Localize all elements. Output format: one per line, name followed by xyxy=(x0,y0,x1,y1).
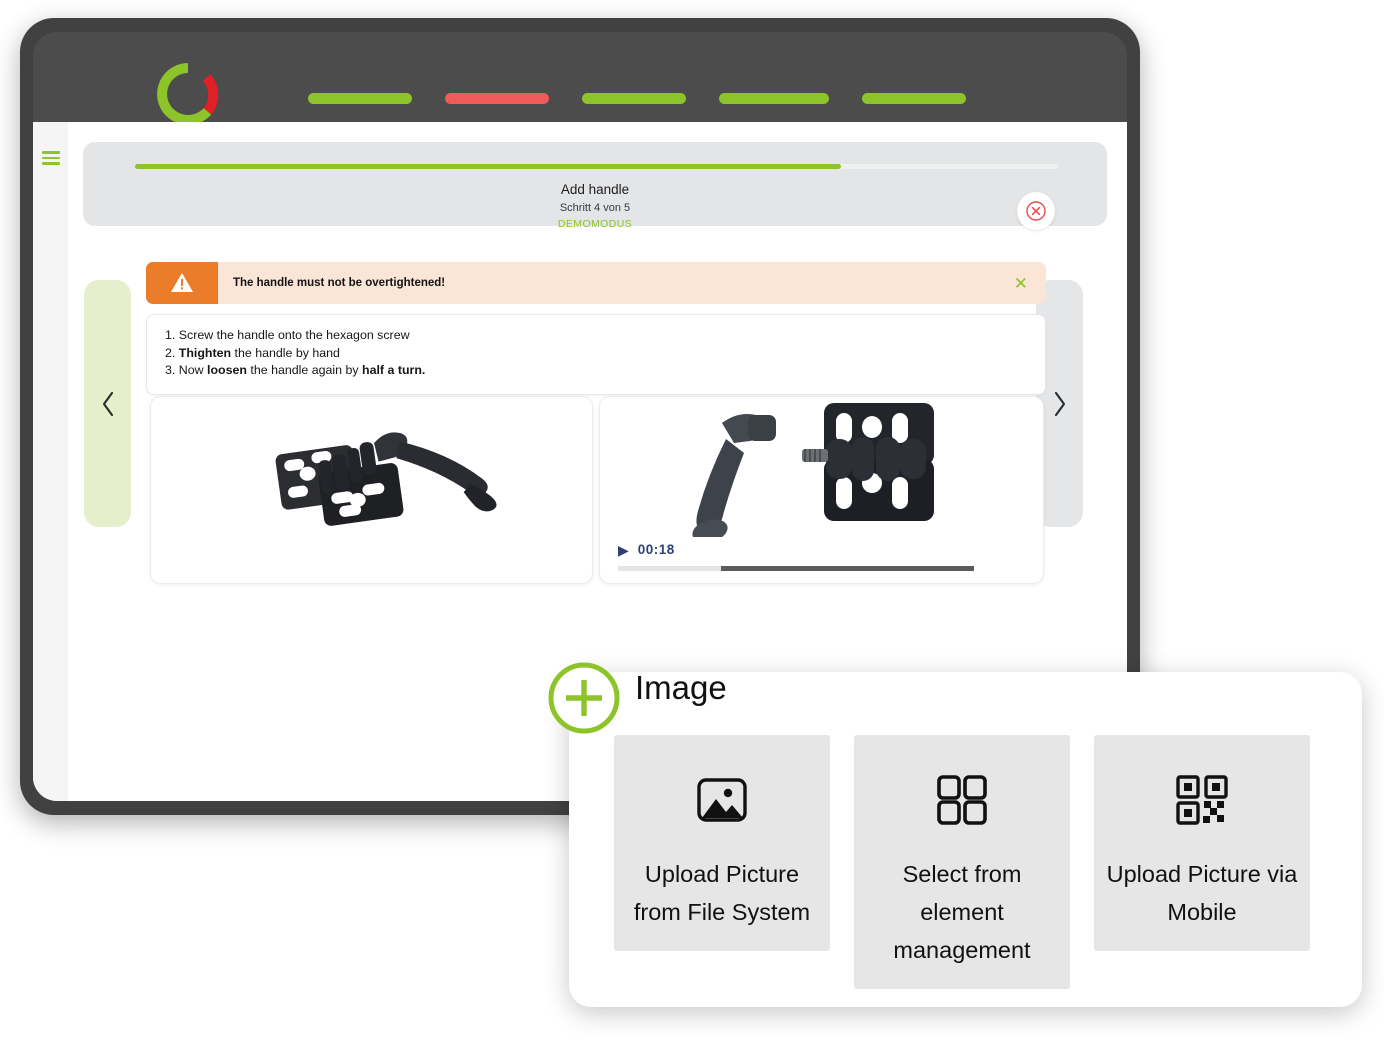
option-label: Upload Picture from File System xyxy=(633,861,811,926)
step-progress-bar xyxy=(135,164,1058,169)
add-image-popup: Upload Picture from File System Select f… xyxy=(569,672,1362,1007)
video-controls[interactable]: ▶ 00:18 xyxy=(618,542,974,571)
header-nav-pills[interactable] xyxy=(308,88,966,108)
ring-logo xyxy=(156,62,220,126)
video-play-icon[interactable]: ▶ xyxy=(618,543,629,557)
handle-assembly-photo xyxy=(275,432,497,526)
image-source-options: Upload Picture from File System Select f… xyxy=(614,735,1310,990)
nav-pill-1[interactable] xyxy=(308,92,412,104)
option-upload-via-mobile[interactable]: Upload Picture via Mobile xyxy=(1094,735,1310,952)
instruction-list: 1. Screw the handle onto the hexagon scr… xyxy=(146,314,1046,395)
option-upload-file-system[interactable]: Upload Picture from File System xyxy=(614,735,830,952)
nav-pill-4[interactable] xyxy=(719,92,829,104)
video-progress-remaining xyxy=(721,566,974,571)
instruction-line-2: 2. Thighten the handle by hand xyxy=(165,345,340,360)
step-counter: Schritt 4 von 5 xyxy=(559,202,631,214)
warning-triangle-icon xyxy=(146,262,218,304)
popup-title: Image xyxy=(635,669,727,706)
nav-pill-3[interactable] xyxy=(582,92,686,104)
product-video-card[interactable]: ▶ 00:18 xyxy=(599,396,1044,584)
video-timestamp: 00:18 xyxy=(637,542,675,557)
app-header-bar xyxy=(33,32,1127,125)
warning-close-icon[interactable]: ✕ xyxy=(1014,275,1028,292)
option-label: Upload Picture via Mobile xyxy=(1106,861,1298,926)
plus-circle-icon[interactable] xyxy=(546,660,622,736)
option-select-element-management[interactable]: Select from element management xyxy=(854,735,1070,990)
hamburger-line xyxy=(42,151,60,154)
grid-four-squares-icon xyxy=(864,763,1060,837)
instruction-line-1: 1. Screw the handle onto the hexagon scr… xyxy=(165,328,410,342)
warning-banner: The handle must not be overtightened! ✕ xyxy=(146,262,1046,304)
instruction-line-3: 3. Now loosen the handle again by half a… xyxy=(165,363,426,378)
image-placeholder-icon xyxy=(624,763,820,837)
step-title: Add handle xyxy=(560,182,630,197)
step-header-panel: Add handle Schritt 4 von 5 DEMOMODUS xyxy=(83,142,1107,230)
qr-code-icon xyxy=(1104,763,1300,837)
handle-parts-video-thumbnail xyxy=(692,403,934,543)
nav-pill-5[interactable] xyxy=(862,92,966,104)
previous-step-button[interactable] xyxy=(84,280,131,527)
step-progress-fill xyxy=(135,164,842,169)
demo-mode-badge: DEMOMODUS xyxy=(557,218,633,230)
warning-text: The handle must not be overtightened! xyxy=(233,277,446,289)
left-sidebar-strip xyxy=(33,122,68,801)
option-label: Select from element management xyxy=(893,861,1031,964)
video-progress-elapsed xyxy=(618,566,722,571)
nav-pill-2[interactable] xyxy=(445,92,549,104)
video-progress-bar[interactable] xyxy=(618,566,974,571)
hamburger-line xyxy=(42,162,60,165)
hamburger-line xyxy=(42,156,60,160)
hamburger-menu-icon[interactable] xyxy=(42,151,60,165)
product-photo-card[interactable] xyxy=(150,396,593,584)
close-step-button[interactable] xyxy=(1017,192,1055,230)
